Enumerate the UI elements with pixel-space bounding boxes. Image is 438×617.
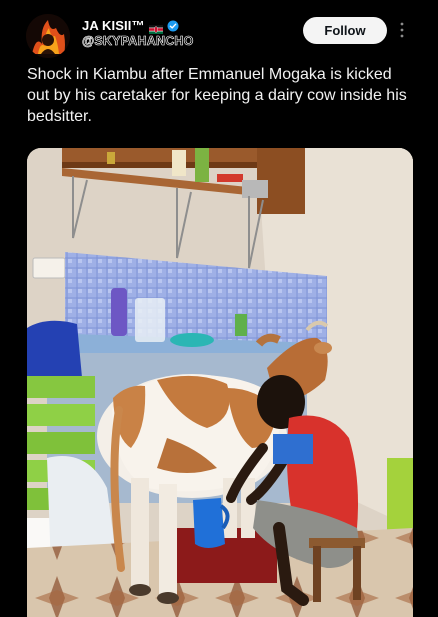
tweet-post: JA KISII™ @SKYPAHANCHO Follow Shock in K… bbox=[0, 0, 438, 617]
author-handle[interactable]: @SKYPAHANCHO bbox=[82, 34, 194, 49]
post-text: Shock in Kiambu after Emmanuel Mogaka is… bbox=[27, 66, 407, 125]
author-display-name[interactable]: JA KISII™ bbox=[82, 18, 145, 33]
post-header: JA KISII™ @SKYPAHANCHO Follow bbox=[0, 0, 438, 62]
more-vertical-icon[interactable] bbox=[397, 20, 407, 40]
author-name-row: JA KISII™ bbox=[82, 17, 179, 34]
author-avatar[interactable] bbox=[26, 14, 70, 58]
post-photo[interactable] bbox=[27, 148, 413, 617]
verified-badge-icon bbox=[167, 19, 179, 32]
kenya-flag-icon bbox=[148, 21, 163, 34]
follow-button[interactable]: Follow bbox=[303, 17, 387, 44]
